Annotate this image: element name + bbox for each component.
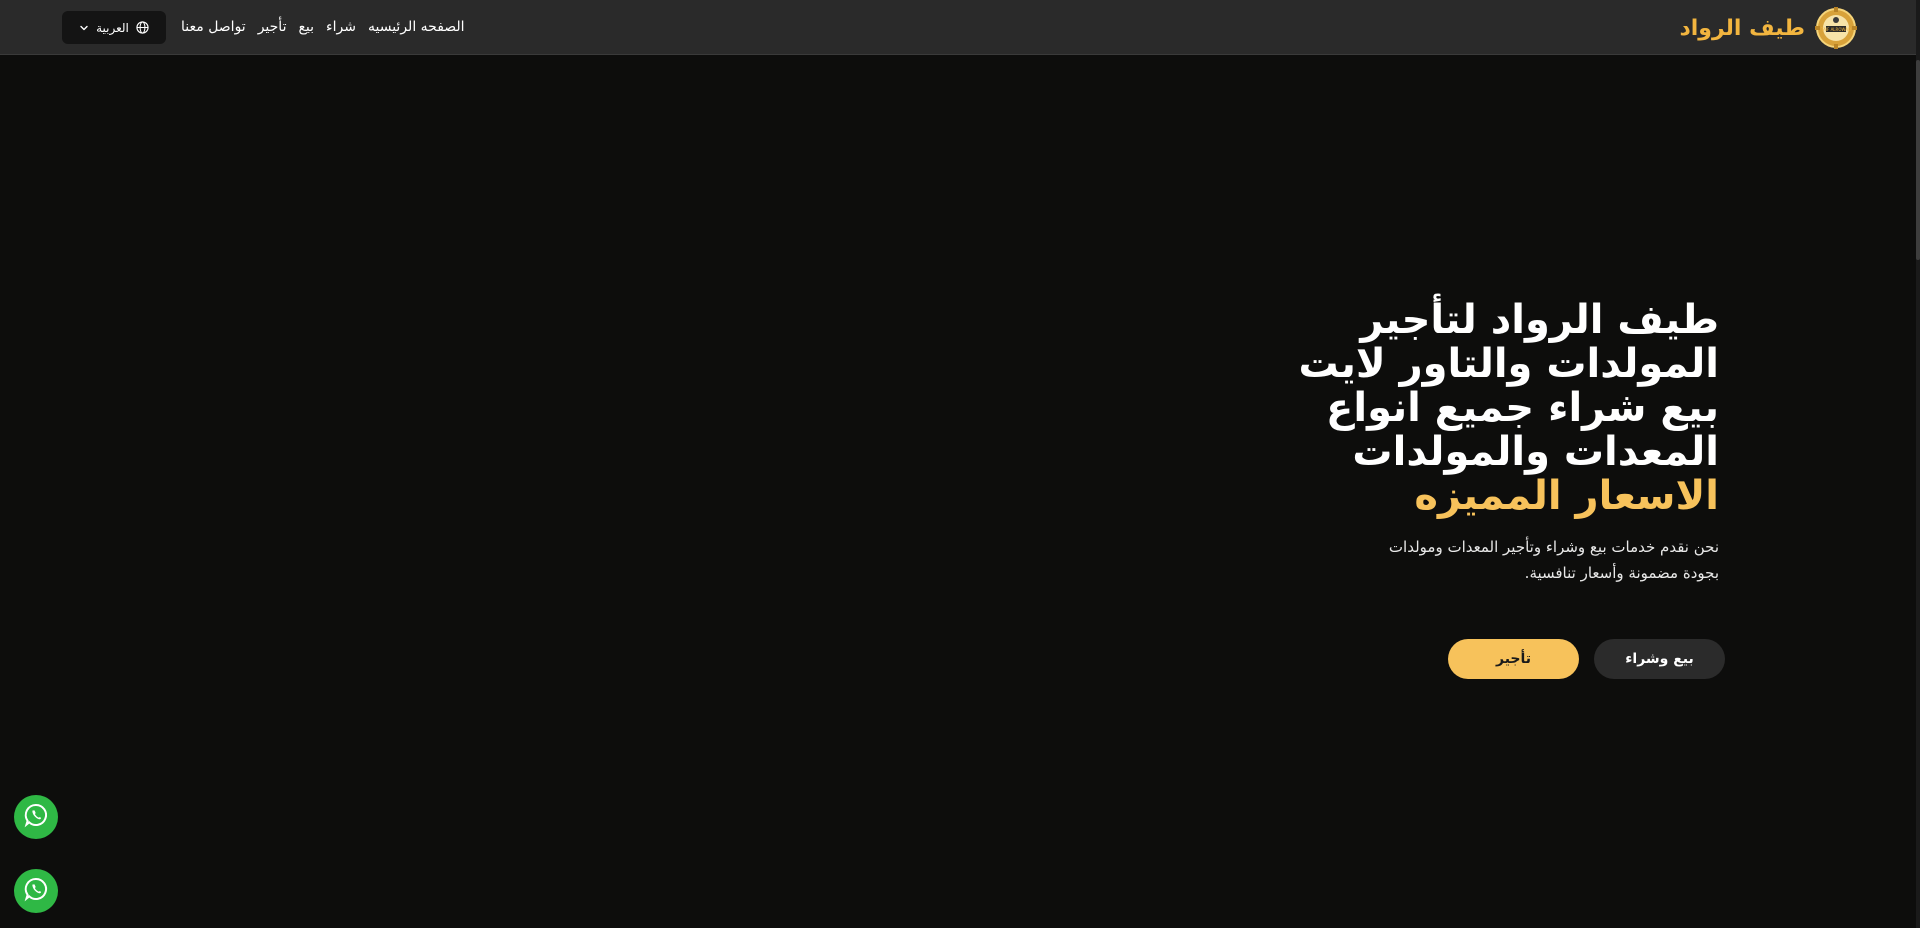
hero-title-line: المولدات والتاور لايت [1298,341,1720,387]
hero-actions: بيع وشراء تأجير [1448,639,1725,679]
buy-sell-button[interactable]: بيع وشراء [1594,639,1725,679]
hero-title-line: بيع شراء جميع انواع [1326,385,1719,431]
whatsapp-icon [23,876,49,906]
hero-title-accent: الاسعار المميزه [1414,473,1719,519]
chevron-down-icon [79,23,89,33]
site-header: TAIF ALROWAD طيف الرواد الصفحه الرئيسيه … [0,0,1920,55]
svg-text:TAIF ALROWAD: TAIF ALROWAD [1820,27,1851,32]
nav-item-contact[interactable]: تواصل معنا [181,19,246,35]
brand[interactable]: TAIF ALROWAD طيف الرواد [1679,7,1857,49]
whatsapp-button[interactable] [14,869,58,913]
nav-item-home[interactable]: الصفحه الرئيسيه [368,19,465,35]
nav-item-sell[interactable]: بيع [298,19,314,35]
globe-icon [136,21,149,34]
hero-description-line: بجودة مضمونة وأسعار تنافسية. [1524,564,1719,582]
nav-item-buy[interactable]: شراء [326,19,356,35]
hero-title: طيف الرواد لتأجير المولدات والتاور لايت … [1298,297,1720,519]
hero-title-line: المعدات والمولدات [1352,429,1719,475]
hero-title-line: طيف الرواد لتأجير [1360,297,1719,343]
brand-name: طيف الرواد [1679,15,1805,41]
page: TAIF ALROWAD طيف الرواد الصفحه الرئيسيه … [0,0,1920,928]
hero-description-line: نحن نقدم خدمات بيع وشراء وتأجير المعدات … [1388,538,1719,556]
nav-item-rent[interactable]: تأجير [258,19,287,35]
scrollbar-thumb[interactable] [1916,60,1920,260]
scrollbar[interactable] [1916,0,1920,928]
hero: طيف الرواد لتأجير المولدات والتاور لايت … [1298,297,1720,586]
whatsapp-button[interactable] [14,795,58,839]
language-label: العربية [96,20,129,35]
main-nav: الصفحه الرئيسيه شراء بيع تأجير تواصل معن… [181,16,465,38]
language-selector[interactable]: العربية [62,11,166,44]
whatsapp-icon [23,802,49,832]
hero-description: نحن نقدم خدمات بيع وشراء وتأجير المعدات … [1299,534,1719,586]
rent-button[interactable]: تأجير [1448,639,1579,679]
logo-icon[interactable]: TAIF ALROWAD [1815,7,1857,49]
